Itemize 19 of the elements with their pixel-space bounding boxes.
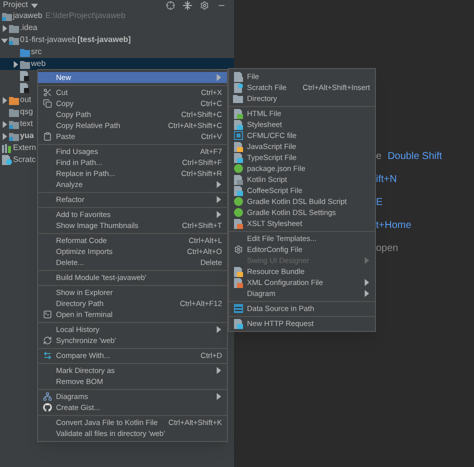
tree-label: qsg bbox=[20, 106, 33, 118]
tree-label: 01-first-javaweb bbox=[20, 34, 76, 46]
shortcut-hint: t+Home bbox=[376, 218, 412, 232]
shortcut-hint: Double Shift bbox=[388, 150, 442, 164]
tree-label: Scratc bbox=[13, 154, 36, 166]
tree-label: .idea bbox=[20, 22, 38, 34]
tree-label: src bbox=[31, 46, 42, 58]
hint-text: e bbox=[376, 150, 382, 164]
shortcut-hint: ift+N bbox=[376, 172, 397, 186]
tree-label: web bbox=[31, 58, 46, 70]
tree-label: javaweb bbox=[13, 10, 42, 22]
module-name: [test-javaweb] bbox=[77, 34, 131, 46]
hint-text: open bbox=[376, 242, 398, 256]
tree-label: text bbox=[20, 118, 33, 130]
project-path: E:\IderProject\javaweb bbox=[45, 10, 126, 22]
tree-label: yua bbox=[20, 130, 34, 142]
tree-label: out bbox=[20, 94, 32, 106]
tree-label: Extern bbox=[13, 142, 36, 154]
shortcut-hint: E bbox=[376, 196, 383, 210]
